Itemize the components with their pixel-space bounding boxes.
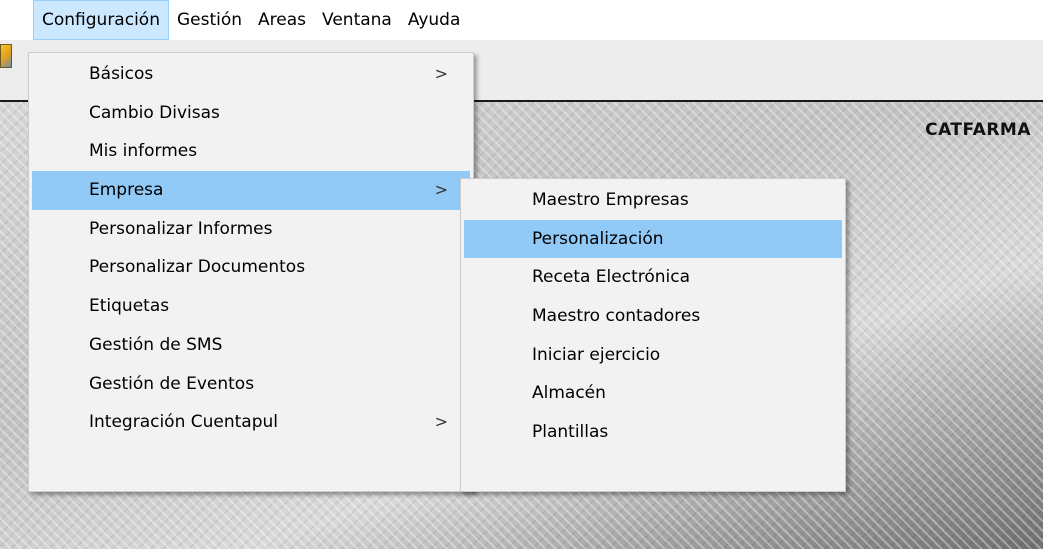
menu-ventana[interactable]: Ventana [314,0,400,40]
menu-item-etiquetas[interactable]: Etiquetas [32,287,470,326]
submenu-item-receta-electronica[interactable]: Receta Electrónica [464,258,842,297]
submenu-item-maestro-empresas[interactable]: Maestro Empresas [464,181,842,220]
empresa-submenu: Maestro Empresas Personalización Receta … [460,178,846,492]
menu-configuracion[interactable]: Configuración [33,0,169,40]
menu-item-label: Personalizar Informes [89,218,273,239]
menu-item-label: Gestión de Eventos [89,373,255,394]
menu-areas[interactable]: Areas [250,0,314,40]
menu-item-label: Personalizar Documentos [89,257,306,278]
menu-bar: Configuración Gestión Areas Ventana Ayud… [0,0,1043,40]
menu-gestion[interactable]: Gestión [169,0,250,40]
submenu-item-maestro-contadores[interactable]: Maestro contadores [464,297,842,336]
menu-item-label: Etiquetas [89,296,170,317]
toolbar-app-icon[interactable] [0,44,12,68]
company-label: CATFARMA [925,120,1031,140]
menu-item-label: Almacén [532,383,606,404]
submenu-item-iniciar-ejercicio[interactable]: Iniciar ejercicio [464,336,842,375]
menu-item-label: Maestro contadores [532,306,701,327]
menu-item-label: Iniciar ejercicio [532,344,661,365]
menu-item-label: Mis informes [89,141,198,162]
menu-item-gestion-sms[interactable]: Gestión de SMS [32,326,470,365]
menu-item-label: Cambio Divisas [89,102,220,123]
menu-item-personalizar-documentos[interactable]: Personalizar Documentos [32,248,470,287]
menu-item-label: Integración Cuentapul [89,412,279,433]
submenu-item-plantillas[interactable]: Plantillas [464,413,842,452]
menu-item-label: Receta Electrónica [532,267,691,288]
menu-item-label: Plantillas [532,422,609,443]
submenu-arrow-icon: > [434,64,448,83]
submenu-item-almacen[interactable]: Almacén [464,374,842,413]
menu-item-gestion-eventos[interactable]: Gestión de Eventos [32,365,470,404]
submenu-arrow-icon: > [434,180,448,200]
submenu-item-personalizacion[interactable]: Personalización [464,219,842,259]
submenu-arrow-icon: > [434,412,448,432]
menu-item-label: Empresa [89,180,164,201]
menu-ayuda[interactable]: Ayuda [400,0,469,40]
menu-item-mis-informes[interactable]: Mis informes [32,132,470,171]
menu-item-label: Maestro Empresas [532,190,689,210]
menu-item-label: Personalización [532,228,664,249]
menu-item-personalizar-informes[interactable]: Personalizar Informes [32,210,470,249]
menu-item-label: Gestión de SMS [89,334,223,355]
menu-item-empresa[interactable]: Empresa > [32,171,470,210]
menu-item-cambio-divisas[interactable]: Cambio Divisas [32,94,470,133]
menu-item-basicos[interactable]: Básicos > [32,55,470,94]
menu-item-label: Básicos [89,64,154,84]
configuracion-dropdown: Básicos > Cambio Divisas Mis informes Em… [28,52,474,492]
menu-item-integracion-cuentapul[interactable]: Integración Cuentapul > [32,403,470,442]
